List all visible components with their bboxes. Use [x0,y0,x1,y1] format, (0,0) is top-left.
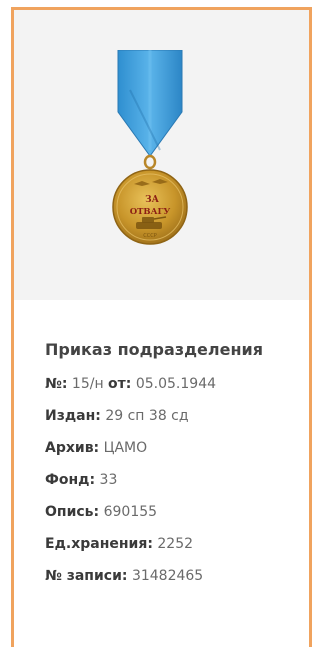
opis-value: 690155 [103,504,158,520]
entry-value: 31482465 [131,568,204,584]
archive-label: Архив: [45,440,100,456]
fond-value: 33 [99,472,118,488]
date-value: 05.05.1944 [135,376,217,392]
record-info: Приказ подразделения №: 15/н от: 05.05.1… [45,340,299,598]
record-archive-row: Архив: ЦАМО [45,438,299,459]
award-card[interactable]: ЗА ОТВАГУ СССР Приказ подразделения №: 1… [11,7,312,647]
record-fond-row: Фонд: 33 [45,470,299,491]
archive-value: ЦАМО [103,440,148,456]
issued-label: Издан: [45,408,101,424]
fond-label: Фонд: [45,472,96,488]
record-entry-row: № записи: 31482465 [45,566,299,587]
record-opis-row: Опись: 690155 [45,502,299,523]
medal-image-area: ЗА ОТВАГУ СССР [14,10,309,300]
number-value: 15/н [71,376,104,392]
opis-label: Опись: [45,504,100,520]
record-storage-row: Ед.хранения: 2252 [45,534,299,555]
record-issued-row: Издан: 29 сп 38 сд [45,406,299,427]
svg-text:СССР: СССР [143,233,157,239]
number-label: №: [45,376,68,392]
entry-label: № записи: [45,568,128,584]
medal-inscription-line2: ОТВАГУ [130,207,171,217]
record-title: Приказ подразделения [45,340,263,359]
storage-value: 2252 [157,536,194,552]
record-number-row: №: 15/н от: 05.05.1944 [45,374,299,395]
storage-label: Ед.хранения: [45,536,153,552]
medal-inscription-line1: ЗА [145,195,159,205]
issued-value: 29 сп 38 сд [105,408,189,424]
medal-for-courage-icon: ЗА ОТВАГУ СССР [112,50,188,245]
date-label: от: [108,376,132,392]
